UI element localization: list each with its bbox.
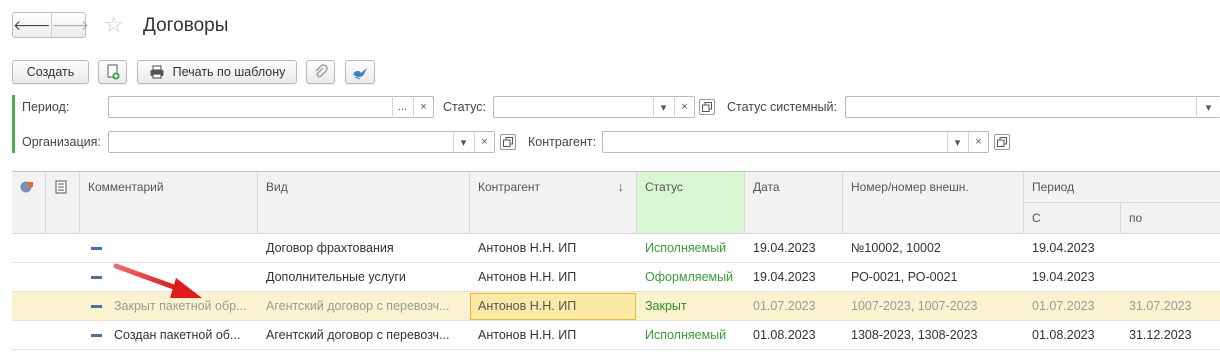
cell-status: Закрыт bbox=[645, 299, 687, 313]
print-template-label: Печать по шаблону bbox=[172, 65, 286, 79]
page-title: Договоры bbox=[143, 15, 229, 36]
cell-date: 19.04.2023 bbox=[753, 270, 816, 284]
system-status-label: Статус системный: bbox=[727, 100, 837, 114]
cell-counterparty: Антонов Н.Н. ИП bbox=[478, 270, 577, 284]
cell-number: №10002, 10002 bbox=[851, 241, 941, 255]
forward-button[interactable]: 🡒 bbox=[50, 13, 90, 37]
system-status-dropdown-button[interactable]: ▾ bbox=[1196, 96, 1220, 118]
cell-comment: Создан пакетной об... bbox=[114, 328, 241, 342]
cell-period-from: 01.07.2023 bbox=[1032, 299, 1095, 313]
organization-clear-button[interactable]: × bbox=[474, 131, 494, 153]
counterparty-open-button[interactable] bbox=[994, 134, 1010, 150]
organization-dropdown-button[interactable]: ▾ bbox=[453, 131, 473, 153]
header-comment[interactable]: Комментарий bbox=[80, 172, 258, 234]
print-template-button[interactable]: Печать по шаблону bbox=[137, 60, 297, 84]
status-flag-icon bbox=[20, 181, 33, 193]
cell-period-to bbox=[1121, 234, 1220, 263]
cell-kind: Дополнительные услуги bbox=[266, 270, 406, 284]
status-dropdown-button[interactable]: ▾ bbox=[653, 96, 673, 118]
header-status[interactable]: Статус bbox=[637, 172, 745, 234]
header-period-from[interactable]: С bbox=[1024, 203, 1121, 234]
bird-icon bbox=[353, 68, 367, 80]
counterparty-field[interactable]: ▾ × bbox=[602, 131, 989, 153]
nav-buttons: 🡐 🡒 bbox=[12, 12, 89, 38]
cell-counterparty: Антонов Н.Н. ИП bbox=[478, 328, 577, 342]
counterparty-clear-button[interactable]: × bbox=[968, 131, 988, 153]
filter-accent-bar bbox=[12, 95, 15, 153]
period-clear-button[interactable]: × bbox=[413, 96, 433, 118]
annotation-arrow-icon bbox=[113, 263, 202, 298]
header-kind[interactable]: Вид bbox=[258, 172, 470, 234]
organization-open-button[interactable] bbox=[500, 134, 516, 150]
organization-field[interactable]: ▾ × bbox=[108, 131, 495, 153]
cell-counterparty: Антонов Н.Н. ИП bbox=[478, 299, 577, 313]
contracts-window: 🡐 🡒 ☆ Договоры Создать Печать по шаблону bbox=[0, 0, 1220, 359]
send-button[interactable] bbox=[345, 60, 375, 84]
period-field[interactable]: ... × bbox=[108, 96, 434, 118]
back-button[interactable]: 🡐 bbox=[13, 13, 51, 37]
header-document-icon-column[interactable] bbox=[46, 172, 80, 234]
cell-status: Исполняемый bbox=[645, 241, 727, 255]
counterparty-label: Контрагент: bbox=[528, 135, 597, 149]
cell-counterparty: Антонов Н.Н. ИП bbox=[478, 241, 577, 255]
cell-date: 01.07.2023 bbox=[753, 299, 816, 313]
cell-number: РО-0021, РО-0021 bbox=[851, 270, 958, 284]
cell-number: 1308-2023, 1308-2023 bbox=[851, 328, 978, 342]
status-clear-button[interactable]: × bbox=[674, 96, 694, 118]
printer-icon bbox=[150, 65, 164, 79]
cell-kind: Агентский договор с перевозч... bbox=[266, 328, 450, 342]
period-select-button[interactable]: ... bbox=[392, 96, 412, 118]
open-window-icon bbox=[503, 137, 513, 147]
row-marker-icon bbox=[91, 334, 102, 337]
cell-period-from: 19.04.2023 bbox=[1032, 241, 1095, 255]
organization-label: Организация: bbox=[22, 135, 101, 149]
create-button-label: Создать bbox=[26, 65, 75, 79]
copy-document-button[interactable] bbox=[98, 60, 127, 84]
back-arrow-icon: 🡐 bbox=[13, 16, 51, 33]
forward-arrow-icon: 🡒 bbox=[51, 16, 90, 33]
system-status-field[interactable]: ▾ bbox=[845, 96, 1220, 118]
cell-number: 1007-2023, 1007-2023 bbox=[851, 299, 978, 313]
period-label: Период: bbox=[22, 100, 70, 114]
row-marker-icon bbox=[91, 247, 102, 250]
cell-status: Оформляемый bbox=[645, 270, 734, 284]
cell-date: 01.08.2023 bbox=[753, 328, 816, 342]
document-add-icon bbox=[107, 64, 119, 80]
cell-period-to: 31.07.2023 bbox=[1129, 299, 1192, 313]
create-button[interactable]: Создать bbox=[12, 60, 89, 84]
header-period-to[interactable]: по bbox=[1121, 203, 1220, 234]
status-field[interactable]: ▾ × bbox=[493, 96, 695, 118]
header-number[interactable]: Номер/номер внешн. bbox=[843, 172, 1024, 234]
header-period[interactable]: Период bbox=[1024, 172, 1220, 203]
paperclip-icon bbox=[315, 64, 328, 78]
cell-kind: Договор фрахтования bbox=[266, 241, 394, 255]
attachment-button[interactable] bbox=[306, 60, 335, 84]
counterparty-dropdown-button[interactable]: ▾ bbox=[947, 131, 967, 153]
row-marker-icon bbox=[91, 305, 102, 308]
table-row[interactable]: Создан пакетной об... Агентский договор … bbox=[12, 321, 1220, 350]
cell-period-from: 19.04.2023 bbox=[1032, 270, 1095, 284]
cell-period-from: 01.08.2023 bbox=[1032, 328, 1095, 342]
open-window-icon bbox=[997, 137, 1007, 147]
sort-down-icon: ↓ bbox=[617, 179, 625, 194]
status-open-button[interactable] bbox=[699, 99, 715, 115]
header-counterparty-label: Контрагент bbox=[478, 180, 541, 194]
cell-kind: Агентский договор с перевозч... bbox=[266, 299, 450, 313]
favorite-star-icon[interactable]: ☆ bbox=[104, 13, 124, 37]
status-label: Статус: bbox=[443, 100, 486, 114]
cell-period-to: 31.12.2023 bbox=[1129, 328, 1192, 342]
open-window-icon bbox=[702, 102, 712, 112]
cell-status: Исполняемый bbox=[645, 328, 727, 342]
header-counterparty[interactable]: Контрагент ↓ bbox=[470, 172, 637, 234]
row-marker-icon bbox=[91, 276, 102, 279]
cell-period-to bbox=[1121, 263, 1220, 292]
cell-date: 19.04.2023 bbox=[753, 241, 816, 255]
document-list-icon bbox=[55, 180, 67, 194]
header-date[interactable]: Дата bbox=[745, 172, 843, 234]
header-status-icon-column[interactable] bbox=[12, 172, 46, 234]
